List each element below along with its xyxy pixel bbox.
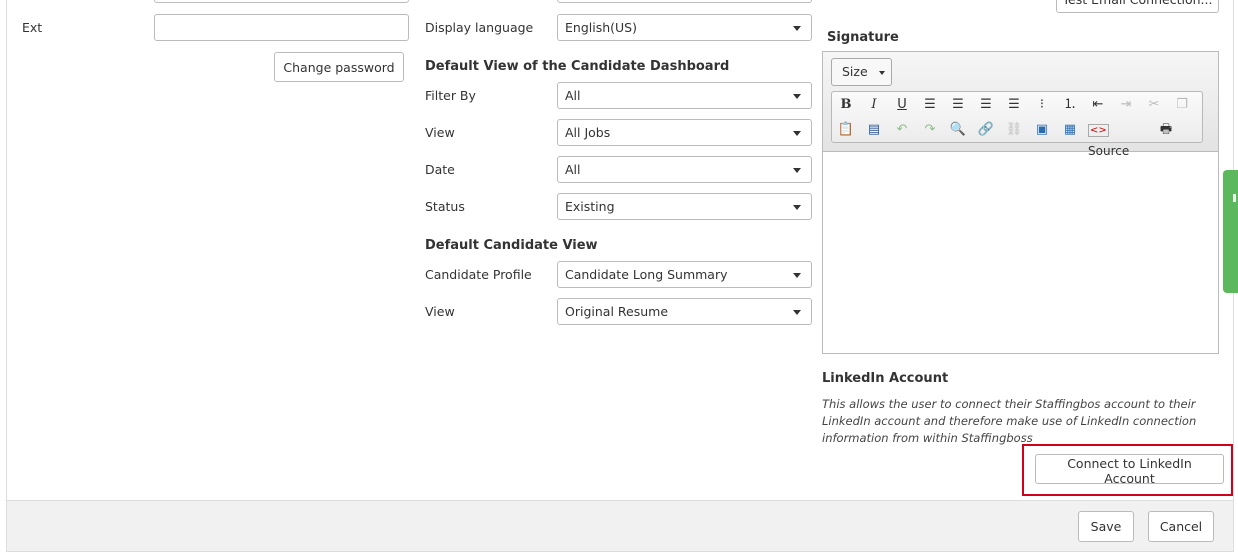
outdent-icon[interactable]: ⇤ (1088, 95, 1108, 115)
candidate-profile-label: Candidate Profile (425, 267, 532, 282)
paste-from-word-icon[interactable]: ▤ (864, 120, 884, 140)
linkedin-title: LinkedIn Account (822, 371, 949, 386)
cut-icon[interactable]: ✂ (1144, 95, 1164, 115)
chevron-down-icon (793, 310, 801, 315)
signature-editor: Size B I U ☰ ☰ ☰ ☰ ⁝ ⒈ ⇤ ⇥ ✂ ❐ 📋 ▤ ↶ ↷ 🔍… (822, 51, 1219, 354)
date-label: Date (425, 162, 455, 177)
align-center-icon[interactable]: ☰ (948, 95, 968, 115)
bulleted-list-icon[interactable]: ⁝ (1032, 95, 1052, 115)
status-value: Existing (565, 199, 615, 214)
source-icon: <> (1088, 124, 1109, 137)
unlink-icon[interactable]: ⛓ (1004, 120, 1024, 140)
indent-icon[interactable]: ⇥ (1116, 95, 1136, 115)
status-select[interactable]: Existing (557, 193, 812, 220)
ext-label: Ext (22, 20, 43, 35)
candidate-view-section-title: Default Candidate View (425, 238, 598, 253)
filter-by-value: All (565, 88, 581, 103)
redo-icon[interactable]: ↷ (920, 120, 940, 140)
view-select[interactable]: All Jobs (557, 119, 812, 146)
underline-icon[interactable]: U (892, 95, 912, 115)
connect-linkedin-button[interactable]: Connect to LinkedIn Account (1035, 454, 1224, 486)
display-language-label: Display language (425, 20, 534, 35)
grip-icon (1233, 194, 1236, 202)
paste-icon[interactable]: 📋 (836, 120, 856, 140)
chevron-down-icon (793, 26, 801, 31)
candidate-profile-value: Candidate Long Summary (565, 267, 728, 282)
chevron-down-icon (793, 94, 801, 99)
change-password-button[interactable]: Change password (274, 52, 404, 82)
undo-icon[interactable]: ↶ (892, 120, 912, 140)
cancel-button[interactable]: Cancel (1148, 511, 1214, 542)
chevron-down-icon (793, 131, 801, 136)
feedback-side-tab[interactable] (1223, 170, 1238, 293)
date-value: All (565, 162, 581, 177)
candidate-view-select[interactable]: Original Resume (557, 298, 812, 325)
copy-icon[interactable]: ❐ (1172, 95, 1192, 115)
view-label: View (425, 125, 455, 140)
font-size-label: Size (842, 64, 868, 79)
chevron-down-icon (793, 205, 801, 210)
chevron-down-icon (793, 168, 801, 173)
footer-bar (7, 500, 1233, 551)
signature-title: Signature (827, 30, 899, 45)
align-left-icon[interactable]: ☰ (920, 95, 940, 115)
align-justify-icon[interactable]: ☰ (1004, 95, 1024, 115)
display-language-value: English(US) (565, 20, 637, 35)
display-language-select[interactable]: English(US) (557, 14, 812, 41)
table-icon[interactable]: ▦ (1060, 120, 1080, 140)
font-size-select[interactable]: Size (831, 58, 892, 86)
ext-input[interactable] (154, 14, 409, 41)
view-value: All Jobs (565, 125, 611, 140)
numbered-list-icon[interactable]: ⒈ (1060, 95, 1080, 115)
align-right-icon[interactable]: ☰ (976, 95, 996, 115)
link-icon[interactable]: 🔗 (976, 120, 996, 140)
filter-by-select[interactable]: All (557, 82, 812, 109)
test-email-connection-button[interactable]: Test Email Connection... (1056, 0, 1219, 13)
candidate-view-label: View (425, 304, 455, 319)
toolbar-button-group: B I U ☰ ☰ ☰ ☰ ⁝ ⒈ ⇤ ⇥ ✂ ❐ 📋 ▤ ↶ ↷ 🔍 🔗 ⛓ … (831, 91, 1203, 158)
linkedin-description: This allows the user to connect their St… (822, 397, 1197, 445)
candidate-view-value: Original Resume (565, 304, 669, 319)
field-above-display-language[interactable] (557, 0, 812, 3)
status-label: Status (425, 199, 465, 214)
dashboard-section-title: Default View of the Candidate Dashboard (425, 59, 730, 74)
print-icon[interactable]: 🖶 (1156, 120, 1176, 140)
bold-icon[interactable]: B (836, 95, 856, 115)
date-select[interactable]: All (557, 156, 812, 183)
image-icon[interactable]: ▣ (1032, 120, 1052, 140)
save-button[interactable]: Save (1078, 511, 1134, 542)
chevron-down-icon (879, 71, 885, 75)
source-button[interactable]: <> Source (1088, 120, 1150, 158)
filter-by-label: Filter By (425, 88, 476, 103)
chevron-down-icon (793, 273, 801, 278)
find-icon[interactable]: 🔍 (948, 120, 968, 140)
editor-toolbar: Size B I U ☰ ☰ ☰ ☰ ⁝ ⒈ ⇤ ⇥ ✂ ❐ 📋 ▤ ↶ ↷ 🔍… (823, 52, 1218, 158)
field-above-ext[interactable] (154, 0, 409, 3)
candidate-profile-select[interactable]: Candidate Long Summary (557, 261, 812, 288)
italic-icon[interactable]: I (864, 95, 884, 115)
signature-text-area[interactable] (823, 152, 1218, 353)
